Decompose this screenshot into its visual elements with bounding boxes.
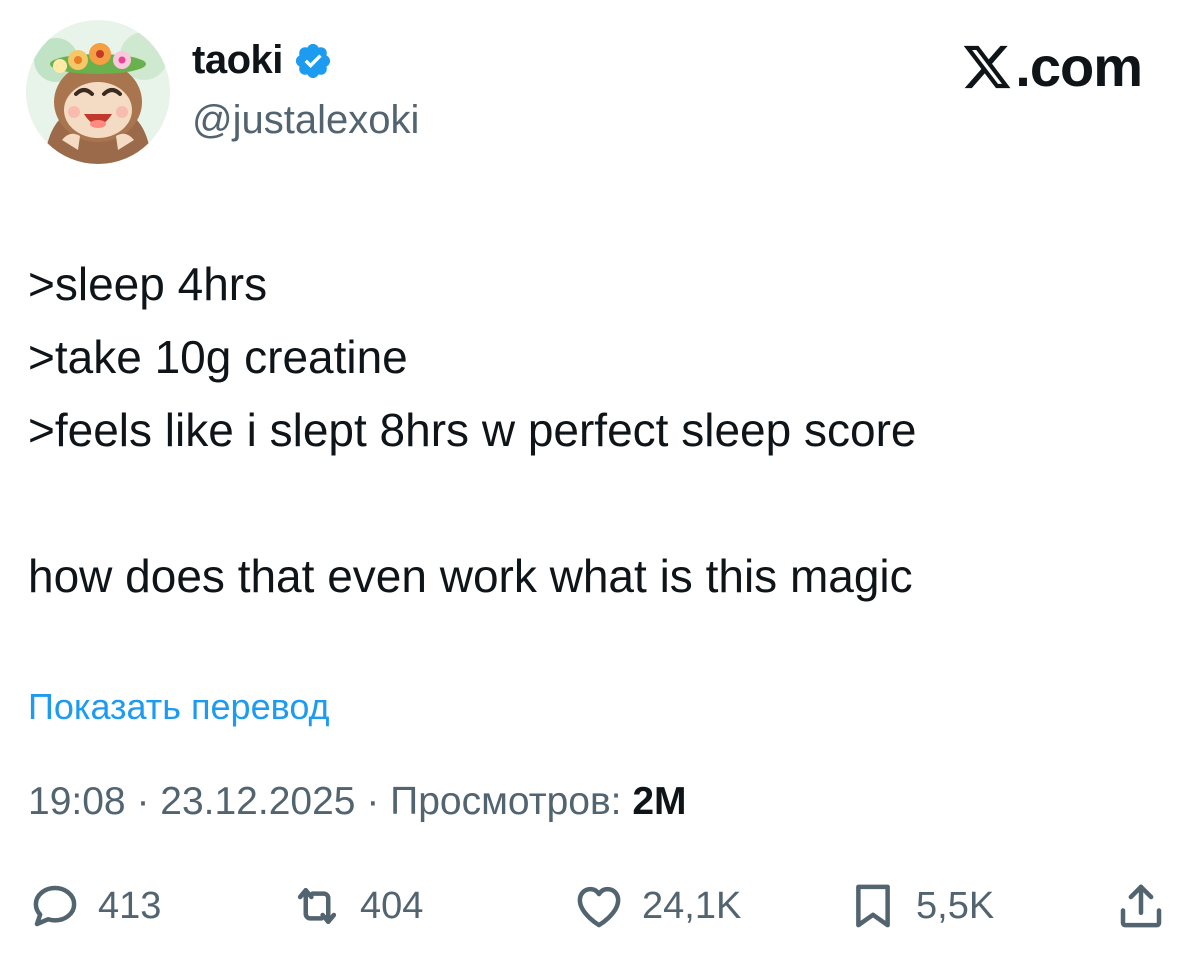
author-handle[interactable]: @justalexoki — [192, 98, 419, 143]
repost-count: 404 — [360, 884, 424, 927]
brand-domain: .com — [1015, 35, 1143, 98]
meta-separator: · — [125, 780, 161, 823]
tweet-time[interactable]: 19:08 — [28, 780, 126, 824]
bookmark-count: 5,5K — [916, 884, 995, 927]
bookmark-button[interactable]: 5,5K — [846, 876, 994, 936]
verified-badge-icon — [293, 41, 333, 81]
meta-separator: · — [355, 780, 391, 823]
x-logo-icon — [961, 41, 1013, 93]
reply-icon — [28, 879, 82, 933]
tweet-text: >sleep 4hrs >take 10g creatine >feels li… — [28, 258, 917, 602]
show-translation-link[interactable]: Показать перевод — [28, 686, 330, 728]
display-name[interactable]: taoki — [192, 38, 283, 83]
avatar[interactable] — [26, 20, 170, 164]
tweet-meta: 19:08 · 23.12.2025 · Просмотров: 2M — [28, 780, 687, 824]
repost-button[interactable]: 404 — [290, 876, 423, 936]
views-label: Просмотров: — [390, 780, 633, 823]
tweet-date[interactable]: 23.12.2025 — [160, 780, 355, 824]
tweet-actions: 413 404 24,1K 5,5K — [28, 876, 1176, 936]
reply-count: 413 — [98, 884, 162, 927]
x-brand: .com — [961, 34, 1143, 99]
like-button[interactable]: 24,1K — [572, 876, 741, 936]
bookmark-icon — [846, 879, 900, 933]
views-count: 2M — [632, 780, 687, 823]
author-name-row[interactable]: taoki — [192, 38, 333, 83]
heart-icon — [572, 879, 626, 933]
avatar-image — [26, 20, 170, 164]
reply-button[interactable]: 413 — [28, 876, 161, 936]
like-count: 24,1K — [642, 884, 742, 927]
share-button[interactable] — [1114, 876, 1168, 936]
repost-icon — [290, 879, 344, 933]
share-icon — [1114, 879, 1168, 933]
